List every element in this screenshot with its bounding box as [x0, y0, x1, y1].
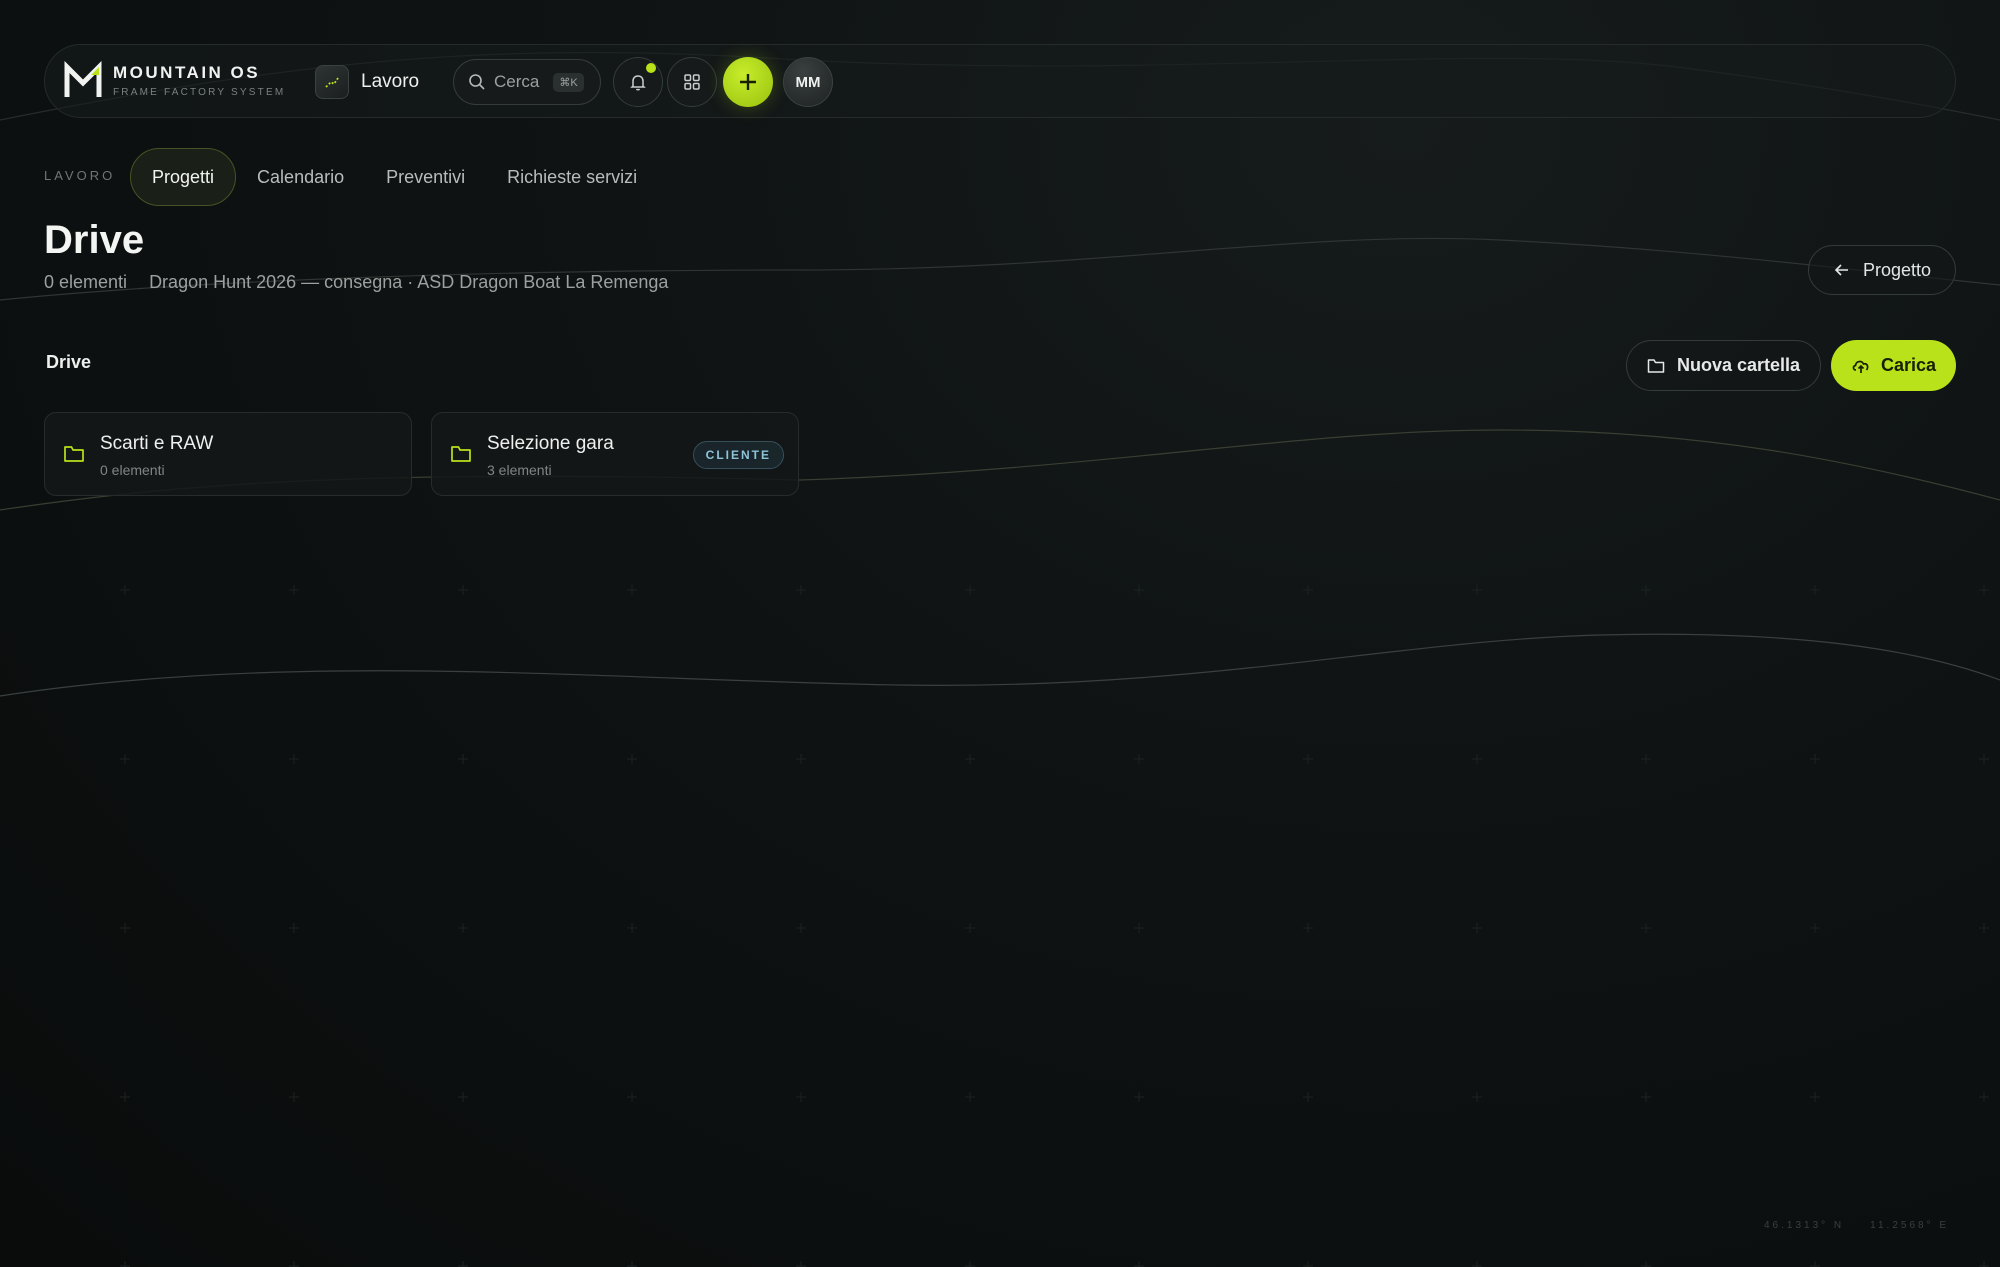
upload-label: Carica: [1880, 355, 1937, 375]
tab-calendario[interactable]: Calendario: [236, 148, 365, 206]
add-button[interactable]: [723, 57, 773, 107]
brand-subtitle: FRAME FACTORY SYSTEM: [113, 87, 286, 98]
folder-count: 3 elementi: [487, 462, 552, 478]
page-meta: 0 elementi Dragon Hunt 2026 — consegna ·…: [44, 272, 668, 293]
longitude: 11.2568° E: [1870, 1220, 1950, 1231]
user-avatar[interactable]: MM: [783, 57, 833, 107]
item-count: 0 elementi: [44, 272, 128, 292]
section-label: LAVORO: [44, 168, 116, 183]
folder-count: 0 elementi: [100, 462, 165, 478]
new-folder-button[interactable]: Nuova cartella: [1626, 340, 1821, 391]
folder-name: Scarti e RAW: [100, 433, 214, 454]
search-label: Cerca: [494, 72, 540, 91]
upload-button[interactable]: Carica: [1831, 340, 1956, 391]
new-folder-label: Nuova cartella: [1676, 355, 1801, 375]
folder-name: Selezione gara: [487, 433, 614, 454]
search-icon: [469, 74, 485, 90]
drive-section-label: Drive: [46, 352, 92, 372]
search-shortcut: ⌘K: [553, 72, 584, 92]
subnav-tabs: Progetti Calendario Preventivi Richieste…: [130, 148, 658, 206]
arrow-left-icon: [1834, 264, 1848, 276]
folder-icon: [1647, 358, 1665, 373]
bell-icon: [630, 75, 646, 91]
folder-card[interactable]: Scarti e RAW 0 elementi: [44, 412, 412, 496]
cloud-upload-icon: [1852, 360, 1869, 373]
tab-richieste-servizi[interactable]: Richieste servizi: [486, 148, 658, 206]
grid-icon: [684, 74, 700, 90]
workspace-switcher[interactable]: Lavoro: [315, 63, 419, 101]
page-title: Drive: [44, 218, 145, 262]
brand-title: MOUNTAIN OS: [113, 63, 261, 82]
tab-progetti[interactable]: Progetti: [130, 148, 237, 206]
top-bar: MOUNTAIN OS FRAME FACTORY SYSTEM Lavoro …: [44, 44, 1956, 118]
plus-icon: [740, 74, 756, 90]
folder-icon: [64, 446, 84, 462]
latitude: 46.1313° N: [1764, 1220, 1845, 1231]
workspace-label: Lavoro: [361, 71, 420, 92]
back-to-project-button[interactable]: Progetto: [1808, 245, 1956, 295]
workspace-chart-icon: [315, 65, 349, 99]
folder-icon: [451, 446, 471, 462]
client-badge: CLIENTE: [692, 441, 784, 469]
notification-dot: [646, 63, 656, 73]
project-context: Dragon Hunt 2026 — consegna · ASD Dragon…: [149, 272, 669, 292]
notifications-button[interactable]: [613, 57, 663, 107]
tab-preventivi[interactable]: Preventivi: [365, 148, 486, 206]
search-button[interactable]: Cerca ⌘K: [453, 59, 601, 105]
folder-card[interactable]: Selezione gara 3 elementi CLIENTE: [431, 412, 799, 496]
coordinates-readout: 46.1313° N 11.2568° E: [1764, 1220, 1949, 1231]
mountain-m-logo[interactable]: [63, 61, 103, 101]
back-to-project-label: Progetto: [1862, 259, 1932, 280]
apps-button[interactable]: [667, 57, 717, 107]
